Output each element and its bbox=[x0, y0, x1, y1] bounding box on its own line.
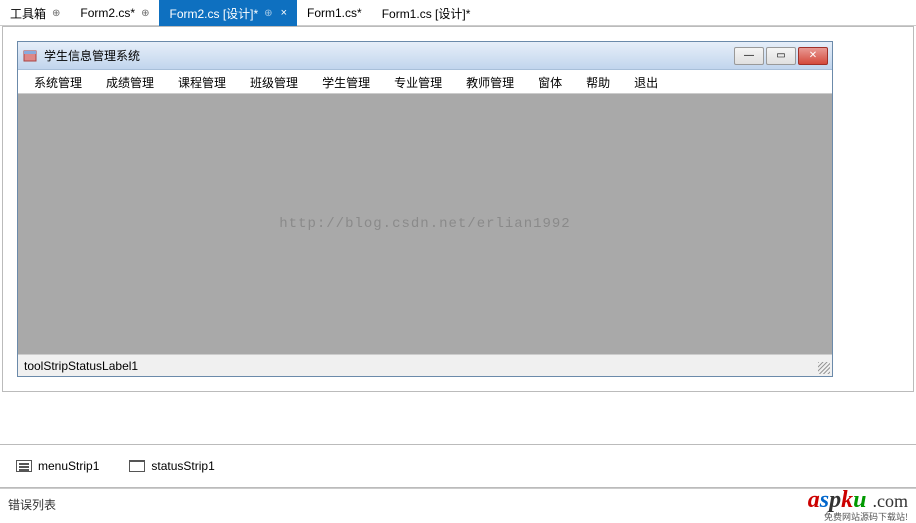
titlebar[interactable]: 学生信息管理系统 — ▭ ✕ bbox=[18, 42, 832, 70]
tab-label: Form1.cs* bbox=[307, 6, 362, 20]
menu-teachers[interactable]: 教师管理 bbox=[454, 70, 526, 93]
menu-exit[interactable]: 退出 bbox=[622, 70, 670, 93]
tab-label: Form2.cs [设计]* bbox=[169, 5, 258, 22]
component-label: statusStrip1 bbox=[151, 459, 214, 473]
menu-courses[interactable]: 课程管理 bbox=[166, 70, 238, 93]
window-controls: — ▭ ✕ bbox=[734, 47, 828, 65]
status-label: toolStripStatusLabel1 bbox=[24, 359, 138, 373]
tab-form1-code[interactable]: Form1.cs* bbox=[297, 0, 372, 26]
tab-form2-code[interactable]: Form2.cs* ⊕ bbox=[70, 0, 159, 26]
resize-grip-icon[interactable] bbox=[818, 362, 830, 374]
component-label: menuStrip1 bbox=[38, 459, 99, 473]
app-icon bbox=[22, 48, 38, 64]
tab-toolbox[interactable]: 工具箱 ⊕ bbox=[0, 0, 70, 26]
menustrip-icon bbox=[16, 460, 32, 472]
site-logo: aspku .com 免费网站源码下载站! bbox=[808, 487, 908, 523]
close-icon[interactable]: × bbox=[281, 7, 287, 19]
client-area[interactable]: http://blog.csdn.net/erlian1992 bbox=[18, 94, 832, 354]
tab-label: 工具箱 bbox=[10, 5, 46, 22]
tab-label: Form1.cs [设计]* bbox=[382, 5, 471, 22]
winform-preview[interactable]: 学生信息管理系统 — ▭ ✕ 系统管理 成绩管理 课程管理 班级管理 学生管理 … bbox=[17, 41, 833, 377]
statusstrip-icon bbox=[129, 460, 145, 472]
error-list-tab[interactable]: 错误列表 bbox=[8, 496, 56, 513]
status-strip[interactable]: toolStripStatusLabel1 bbox=[18, 354, 832, 376]
designer-surface[interactable]: 学生信息管理系统 — ▭ ✕ 系统管理 成绩管理 课程管理 班级管理 学生管理 … bbox=[2, 26, 914, 392]
document-tabs: 工具箱 ⊕ Form2.cs* ⊕ Form2.cs [设计]* ⊕ × For… bbox=[0, 0, 916, 26]
component-tray[interactable]: menuStrip1 statusStrip1 bbox=[0, 444, 916, 488]
watermark-text: http://blog.csdn.net/erlian1992 bbox=[279, 216, 570, 232]
menu-classes[interactable]: 班级管理 bbox=[238, 70, 310, 93]
maximize-button[interactable]: ▭ bbox=[766, 47, 796, 65]
pin-icon[interactable]: ⊕ bbox=[264, 8, 272, 19]
menu-help[interactable]: 帮助 bbox=[574, 70, 622, 93]
window-title: 学生信息管理系统 bbox=[44, 47, 734, 64]
tab-label: Form2.cs* bbox=[80, 6, 135, 20]
footer: 错误列表 aspku .com 免费网站源码下载站! bbox=[0, 488, 916, 520]
component-statusstrip[interactable]: statusStrip1 bbox=[129, 459, 214, 473]
menu-system[interactable]: 系统管理 bbox=[22, 70, 94, 93]
menu-windows[interactable]: 窗体 bbox=[526, 70, 574, 93]
minimize-button[interactable]: — bbox=[734, 47, 764, 65]
menu-strip[interactable]: 系统管理 成绩管理 课程管理 班级管理 学生管理 专业管理 教师管理 窗体 帮助… bbox=[18, 70, 832, 94]
close-button[interactable]: ✕ bbox=[798, 47, 828, 65]
tab-form2-design[interactable]: Form2.cs [设计]* ⊕ × bbox=[159, 0, 297, 26]
pin-icon[interactable]: ⊕ bbox=[141, 8, 149, 19]
menu-students[interactable]: 学生管理 bbox=[310, 70, 382, 93]
menu-majors[interactable]: 专业管理 bbox=[382, 70, 454, 93]
tab-form1-design[interactable]: Form1.cs [设计]* bbox=[372, 0, 481, 26]
menu-grades[interactable]: 成绩管理 bbox=[94, 70, 166, 93]
pin-icon[interactable]: ⊕ bbox=[52, 8, 60, 19]
component-menustrip[interactable]: menuStrip1 bbox=[16, 459, 99, 473]
